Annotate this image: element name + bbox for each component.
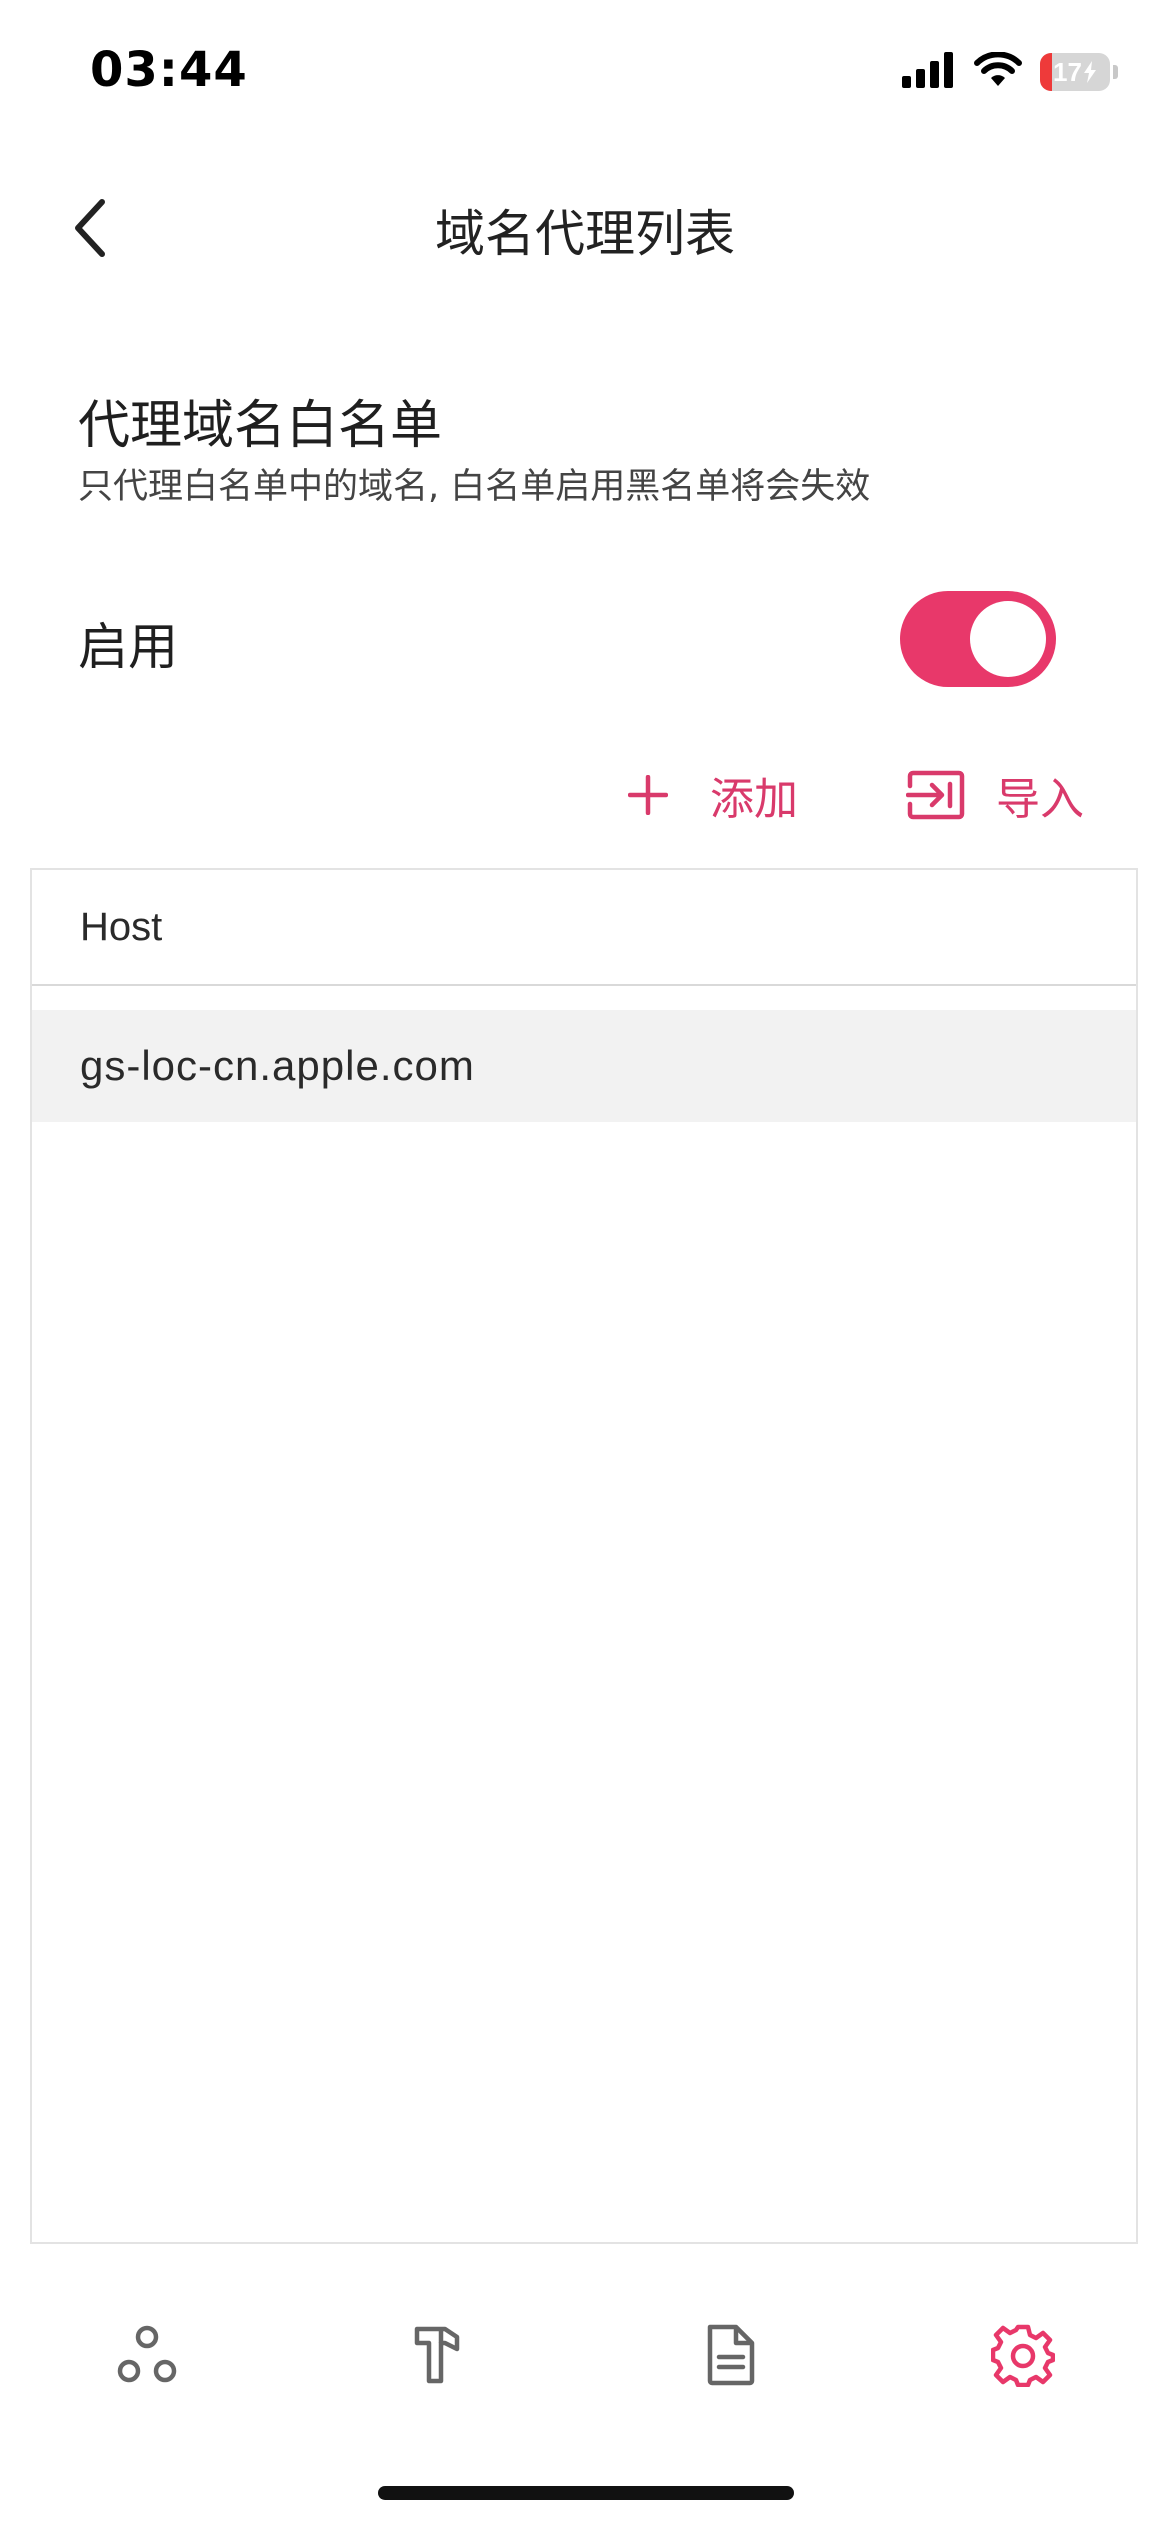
plus-icon bbox=[628, 775, 668, 815]
battery-charging-icon: 17 bbox=[1040, 53, 1118, 91]
battery-indicator: 17 bbox=[1040, 53, 1110, 91]
tab-bar bbox=[0, 2300, 1170, 2410]
tab-logs[interactable] bbox=[676, 2300, 786, 2410]
status-bar: 03:44 17 bbox=[0, 0, 1170, 150]
battery-fill bbox=[1040, 53, 1052, 91]
wifi-icon bbox=[974, 51, 1022, 92]
status-time: 03:44 bbox=[90, 42, 248, 98]
page-title: 域名代理列表 bbox=[435, 205, 735, 263]
section-subtitle: 只代理白名单中的域名, 白名单启用黑名单将会失效 bbox=[78, 467, 871, 507]
enable-toggle[interactable] bbox=[900, 591, 1056, 687]
host-table: Host gs-loc-cn.apple.com bbox=[30, 868, 1138, 2244]
toggle-knob bbox=[970, 601, 1046, 677]
hammer-tools-icon bbox=[414, 2326, 460, 2384]
cellular-signal-icon bbox=[902, 52, 956, 92]
import-icon bbox=[906, 770, 966, 820]
charging-bolt-icon bbox=[1083, 61, 1096, 83]
tab-tools[interactable] bbox=[384, 2300, 494, 2410]
battery-cap bbox=[1113, 65, 1118, 79]
tab-settings[interactable] bbox=[968, 2300, 1078, 2410]
screen: 03:44 17 域名代理列表 代理域名白名单 只代理白名单中的域名, 白名单启… bbox=[0, 0, 1170, 2532]
gear-icon bbox=[991, 2324, 1055, 2387]
table-row[interactable]: gs-loc-cn.apple.com bbox=[32, 1010, 1136, 1122]
add-label: 添加 bbox=[710, 774, 798, 825]
import-label: 导入 bbox=[996, 774, 1084, 825]
proxy-nodes-icon bbox=[117, 2325, 177, 2383]
nav-bar: 域名代理列表 bbox=[0, 170, 1170, 280]
status-icons: 17 bbox=[902, 51, 1118, 92]
enable-label: 启用 bbox=[78, 618, 178, 676]
home-indicator[interactable] bbox=[378, 2486, 794, 2500]
tab-proxies[interactable] bbox=[92, 2300, 202, 2410]
table-header-host: Host bbox=[32, 870, 1136, 986]
battery-level: 17 bbox=[1053, 56, 1082, 87]
import-button[interactable]: 导入 bbox=[906, 760, 1084, 830]
document-icon bbox=[707, 2324, 755, 2386]
section-title: 代理域名白名单 bbox=[78, 396, 443, 456]
add-button[interactable]: 添加 bbox=[628, 760, 798, 830]
